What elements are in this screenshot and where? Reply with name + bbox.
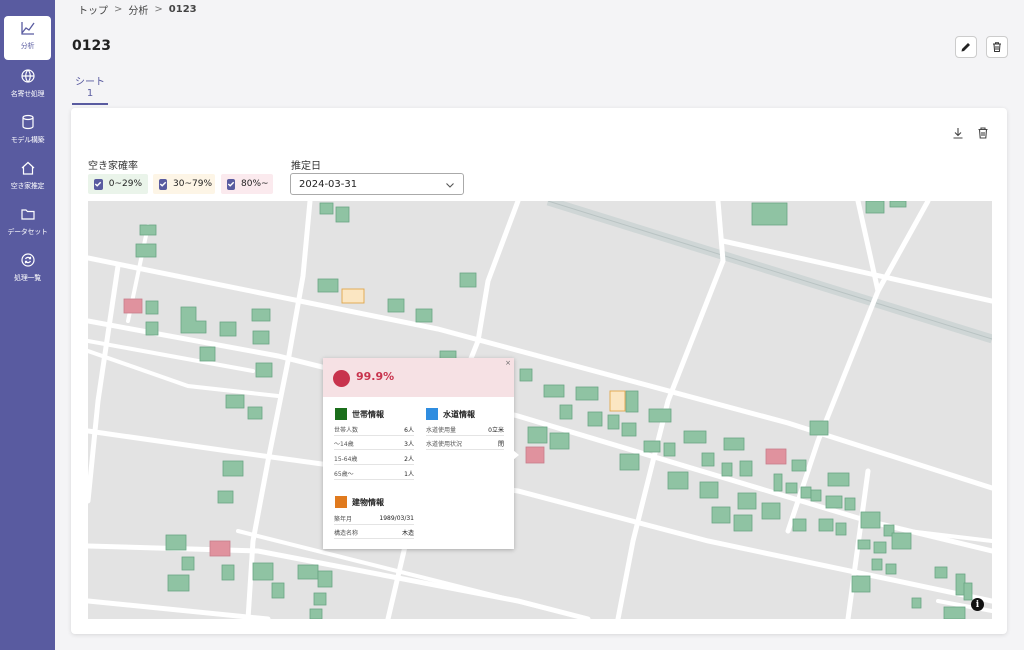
trash-icon[interactable] xyxy=(976,126,990,140)
sidebar-item-label: 分析 xyxy=(20,42,35,50)
breadcrumb-separator: > xyxy=(154,4,163,15)
water-title: 水道情報 xyxy=(443,409,475,419)
info-icon[interactable]: i xyxy=(971,598,984,611)
sidebar-item-label: 処理一覧 xyxy=(14,274,41,282)
trash-icon xyxy=(993,42,1001,52)
sidebar: 分析 名寄せ処理 モデル構築 空き家推定 データセット 処理一覧 xyxy=(0,0,55,650)
household-row: 世帯人数 6人 xyxy=(334,423,414,436)
breadcrumb-separator: > xyxy=(114,4,123,15)
filter-chip-mid[interactable]: 30~79% xyxy=(153,174,215,194)
database-icon xyxy=(21,114,34,130)
checkbox-checked-icon[interactable] xyxy=(227,178,235,190)
building-popup: 99.9% × 世帯情報 世帯人数 6人 〜14歳 3人 15-64歳 2人 65歳〜… xyxy=(323,358,519,549)
download-icon[interactable] xyxy=(951,126,965,140)
page-title: 0123 xyxy=(72,38,111,54)
sidebar-item-jobs[interactable]: 処理一覧 xyxy=(2,248,53,292)
building-layer[interactable] xyxy=(135,201,973,619)
sidebar-item-label: 名寄せ処理 xyxy=(10,90,45,98)
probability-dot xyxy=(333,370,350,387)
globe-icon xyxy=(20,69,35,83)
checkbox-checked-icon[interactable] xyxy=(159,178,167,190)
water-color-swatch xyxy=(426,408,438,420)
building-row: 構造名称 木造 xyxy=(334,526,414,539)
filter-chip-label: 80%~ xyxy=(241,179,269,189)
vacancy-probability: 99.9% xyxy=(356,370,395,383)
household-row: 〜14歳 3人 xyxy=(334,437,414,450)
sidebar-item-label: 空き家推定 xyxy=(10,182,45,190)
sidebar-item-analysis[interactable]: 分析 xyxy=(4,16,51,60)
filter-chip-label: 30~79% xyxy=(173,179,212,189)
close-icon[interactable]: × xyxy=(505,359,511,367)
building-row: 築年月 1989/03/31 xyxy=(334,512,414,525)
breadcrumb: トップ > 分析 > 0123 xyxy=(78,2,197,17)
breadcrumb-current: 0123 xyxy=(168,4,197,15)
vacancy-filter-label: 空き家確率 xyxy=(88,161,138,172)
household-title: 世帯情報 xyxy=(352,409,384,419)
map-view[interactable]: i xyxy=(88,201,992,619)
delete-button[interactable] xyxy=(986,36,1008,58)
popup-pointer xyxy=(513,450,519,460)
date-label: 推定日 xyxy=(291,161,321,172)
household-row: 15-64歳 2人 xyxy=(334,452,414,465)
folder-icon xyxy=(20,209,35,220)
filter-chip-low[interactable]: 0~29% xyxy=(88,174,148,194)
pencil-icon xyxy=(961,43,970,52)
sidebar-item-label: データセット xyxy=(7,228,48,236)
building-title: 建物情報 xyxy=(352,497,384,507)
date-select-value: 2024-03-31 xyxy=(299,179,358,190)
breadcrumb-analysis[interactable]: 分析 xyxy=(128,2,148,17)
analysis-card: 空き家確率 0~29% 30~79% 80%~ 推定日 2024-03-31 i xyxy=(71,108,1007,634)
edit-button[interactable] xyxy=(955,36,977,58)
breadcrumb-top[interactable]: トップ xyxy=(78,2,108,17)
water-section-title: 水道情報 xyxy=(426,408,475,420)
filter-chip-label: 0~29% xyxy=(108,179,142,189)
sidebar-item-dataset[interactable]: データセット xyxy=(2,202,53,246)
building-color-swatch xyxy=(335,496,347,508)
filter-chip-high[interactable]: 80%~ xyxy=(221,174,273,194)
popup-header: 99.9% × xyxy=(323,358,514,397)
chart-line-icon xyxy=(20,22,35,35)
sidebar-item-matching[interactable]: 名寄せ処理 xyxy=(2,64,53,108)
household-section-title: 世帯情報 xyxy=(335,408,384,420)
sync-icon xyxy=(20,253,35,267)
sidebar-item-vacancy[interactable]: 空き家推定 xyxy=(2,156,53,200)
sidebar-item-model[interactable]: モデル構築 xyxy=(2,110,53,154)
sidebar-item-label: モデル構築 xyxy=(10,136,45,144)
chevron-down-icon xyxy=(446,183,454,188)
household-color-swatch xyxy=(335,408,347,420)
map-canvas[interactable] xyxy=(88,201,992,619)
tab-sheet1[interactable]: シート1 xyxy=(72,73,108,105)
water-row: 水道使用状況閉 xyxy=(426,437,504,450)
water-row: 水道使用量 0立米 xyxy=(426,423,504,436)
household-row: 65歳〜 1人 xyxy=(334,467,414,480)
home-icon xyxy=(21,161,34,175)
checkbox-checked-icon[interactable] xyxy=(94,178,103,190)
date-select[interactable]: 2024-03-31 xyxy=(290,173,464,195)
building-section-title: 建物情報 xyxy=(335,496,384,508)
